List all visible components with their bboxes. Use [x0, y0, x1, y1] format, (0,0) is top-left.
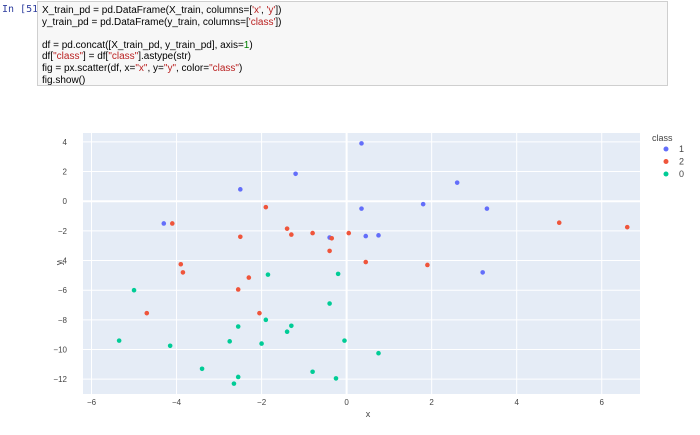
- data-point-class-0[interactable]: [199, 366, 205, 372]
- data-point-class-2[interactable]: [289, 232, 294, 237]
- data-point-class-2[interactable]: [624, 224, 630, 230]
- data-point-class-0[interactable]: [227, 339, 232, 344]
- plot-area: [83, 133, 640, 394]
- data-point-class-2[interactable]: [178, 261, 184, 267]
- legend-title: class: [652, 133, 673, 143]
- data-point-class-1[interactable]: [454, 180, 460, 185]
- data-point-class-0[interactable]: [235, 374, 241, 380]
- data-point-class-0[interactable]: [376, 350, 381, 356]
- x-tick-label: 0: [344, 398, 349, 407]
- x-tick-label: −4: [172, 398, 182, 407]
- data-point-class-0[interactable]: [335, 271, 341, 277]
- y-tick-label: −6: [58, 286, 68, 295]
- data-point-class-2[interactable]: [263, 204, 269, 210]
- y-axis-label: y: [54, 260, 64, 265]
- data-point-class-0[interactable]: [289, 323, 294, 329]
- data-point-class-0[interactable]: [310, 369, 315, 375]
- data-point-class-0[interactable]: [333, 376, 339, 381]
- legend-item-0[interactable]: 0: [679, 169, 684, 179]
- data-point-class-1[interactable]: [363, 233, 369, 239]
- data-point-class-0[interactable]: [265, 272, 271, 277]
- data-point-class-1[interactable]: [376, 233, 381, 238]
- legend-item-2[interactable]: 2: [679, 157, 684, 167]
- data-point-class-2[interactable]: [284, 226, 290, 231]
- data-point-class-0[interactable]: [259, 341, 264, 346]
- data-point-class-1[interactable]: [480, 270, 485, 275]
- data-point-class-2[interactable]: [235, 287, 241, 292]
- data-point-class-0[interactable]: [116, 338, 122, 343]
- data-point-class-0[interactable]: [131, 287, 137, 293]
- data-point-class-2[interactable]: [556, 220, 562, 226]
- data-point-class-1[interactable]: [484, 206, 490, 211]
- x-axis-label: x: [366, 409, 371, 419]
- y-tick-label: 4: [63, 138, 68, 147]
- y-tick-label: −8: [58, 316, 68, 325]
- data-point-class-2[interactable]: [327, 248, 332, 254]
- data-point-class-0[interactable]: [327, 301, 332, 306]
- data-point-class-0[interactable]: [263, 317, 269, 323]
- data-point-class-2[interactable]: [363, 259, 369, 265]
- data-point-class-2[interactable]: [238, 234, 243, 240]
- data-point-class-1[interactable]: [359, 206, 364, 211]
- data-point-class-2[interactable]: [425, 262, 430, 268]
- x-tick-label: 2: [429, 398, 434, 407]
- data-point-class-0[interactable]: [235, 324, 241, 329]
- x-tick-label: 4: [514, 398, 519, 407]
- x-tick-label: −2: [257, 398, 267, 407]
- data-point-class-2[interactable]: [346, 230, 352, 236]
- data-point-class-1[interactable]: [161, 221, 167, 226]
- data-point-class-1[interactable]: [238, 187, 243, 192]
- legend-marker-2: [663, 159, 669, 164]
- data-point-class-2[interactable]: [180, 270, 186, 275]
- legend-marker-1: [663, 146, 669, 152]
- y-tick-label: −10: [53, 346, 67, 355]
- y-tick-label: 0: [63, 197, 68, 206]
- data-point-class-2[interactable]: [329, 235, 335, 241]
- data-point-class-2[interactable]: [257, 310, 262, 316]
- data-point-class-2[interactable]: [246, 275, 252, 280]
- legend[interactable]: class 1 2 0: [652, 133, 684, 179]
- y-tick-label: 2: [63, 168, 68, 177]
- data-point-class-1[interactable]: [293, 171, 298, 177]
- data-point-class-1[interactable]: [359, 141, 364, 146]
- legend-marker-0: [663, 171, 669, 177]
- data-point-class-2[interactable]: [310, 230, 315, 236]
- data-point-class-0[interactable]: [284, 329, 290, 335]
- scatter-plot: −6 −4 −2 0 2 4 6−12−10−8−6−4−2024 x y class 12…: [53, 133, 684, 419]
- y-tick-label: −12: [53, 375, 67, 384]
- data-point-class-2[interactable]: [144, 310, 150, 316]
- x-tick-label: 6: [600, 398, 605, 407]
- legend-item-1[interactable]: 1: [679, 144, 684, 154]
- data-point-class-0[interactable]: [167, 343, 173, 349]
- data-point-class-0[interactable]: [231, 381, 237, 386]
- data-point-class-2[interactable]: [169, 221, 175, 226]
- x-tick-label: −6: [87, 398, 97, 407]
- data-point-class-0[interactable]: [342, 338, 347, 343]
- data-point-class-1[interactable]: [420, 201, 426, 207]
- y-tick-label: −2: [58, 227, 68, 236]
